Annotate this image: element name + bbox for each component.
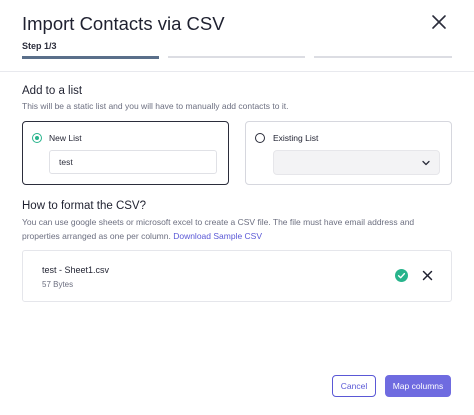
modal-title: Import Contacts via CSV [22,13,225,34]
new-list-label: New List [49,133,82,143]
remove-x-icon[interactable] [422,270,433,281]
chevron-down-icon [422,160,430,166]
header-divider [0,71,474,72]
cancel-button[interactable]: Cancel [332,375,376,397]
format-heading: How to format the CSV? [22,200,146,212]
progress-step-1 [22,56,159,59]
add-to-list-heading: Add to a list [22,85,83,97]
file-size: 57 Bytes [42,280,74,289]
close-icon[interactable] [430,13,448,31]
new-list-name-input[interactable] [49,150,217,174]
progress-step-3 [314,56,452,58]
format-description: You can use google sheets or microsoft e… [22,215,452,243]
existing-list-label: Existing List [273,133,319,143]
radio-selected-icon[interactable] [32,133,42,143]
existing-list-select[interactable] [273,150,440,175]
step-progress [22,56,452,59]
progress-step-2 [168,56,305,58]
radio-unselected-icon[interactable] [255,133,265,143]
add-to-list-description: This will be a static list and you will … [22,101,289,111]
file-name: test - Sheet1.csv [42,265,110,275]
step-label: Step 1/3 [22,41,57,51]
download-sample-link[interactable]: Download Sample CSV [173,231,262,241]
map-columns-button[interactable]: Map columns [385,375,451,397]
uploaded-file-card: test - Sheet1.csv 57 Bytes [22,250,452,302]
check-circle-icon [395,269,408,282]
